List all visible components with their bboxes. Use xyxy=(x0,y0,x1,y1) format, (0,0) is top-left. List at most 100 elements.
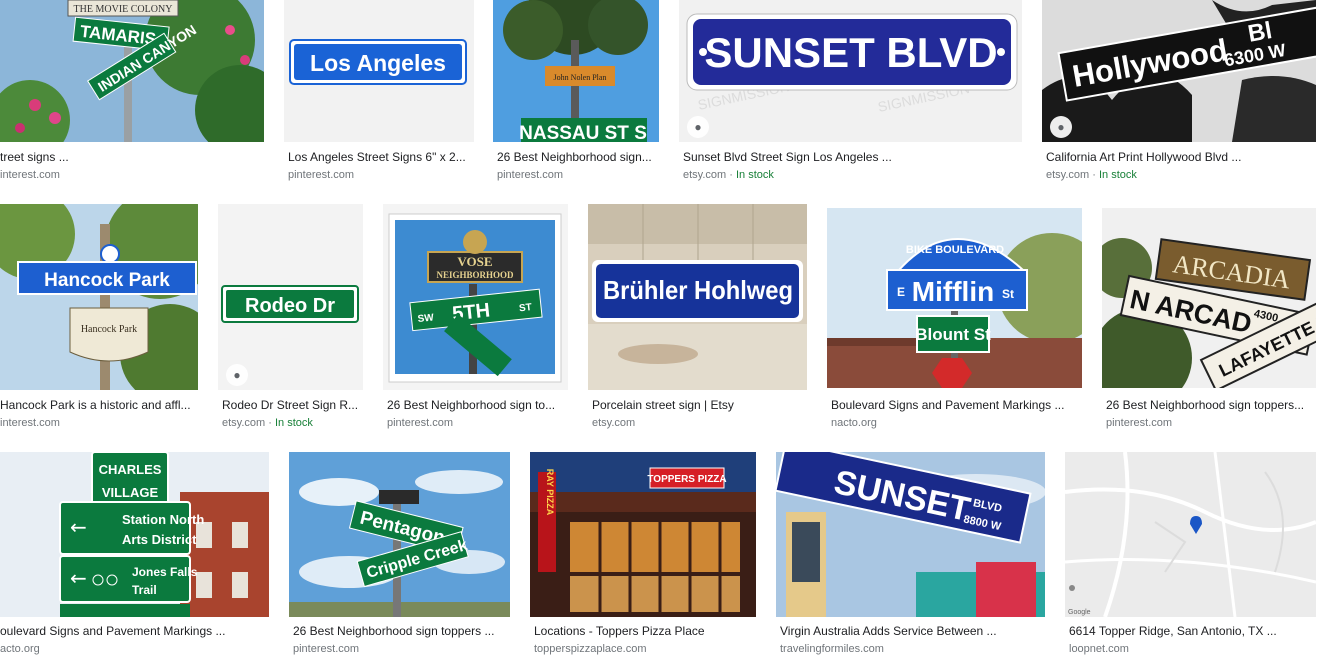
result-source: etsy.com · In stock xyxy=(683,169,774,181)
result-source: etsy.com xyxy=(592,417,636,429)
result-thumbnail[interactable]: VOSE NEIGHBORHOOD SW 5TH ST xyxy=(383,204,568,390)
result-title[interactable]: 6614 Topper Ridge, San Antonio, TX ... xyxy=(1069,624,1312,638)
street-sign-photo: THE MOVIE COLONY TAMARIS INDIAN CANYON xyxy=(0,0,264,142)
result-title[interactable]: 26 Best Neighborhood sign toppers... xyxy=(1106,398,1312,412)
street-sign-photo: SUNSET BLVD 8800 W xyxy=(776,452,1045,617)
svg-text:Google: Google xyxy=(1068,609,1091,616)
result-thumbnail[interactable]: CHARLES VILLAGE ← Station North Arts Dis… xyxy=(0,452,269,617)
result-thumbnail[interactable]: Google xyxy=(1065,452,1316,617)
result-title[interactable]: Porcelain street sign | Etsy xyxy=(592,398,803,412)
result-title[interactable]: 26 Best Neighborhood sign to... xyxy=(387,398,564,412)
svg-text:Arts District: Arts District xyxy=(122,532,197,547)
result-title[interactable]: California Art Print Hollywood Blvd ... xyxy=(1046,150,1312,164)
result-source: interest.com xyxy=(0,169,60,181)
street-sign-photo: John Nolen Plan NASSAU ST S xyxy=(493,0,659,142)
result-item[interactable]: RAY PIZZA TOPPERS PIZZA Locations - Topp… xyxy=(530,452,756,658)
result-title[interactable]: Locations - Toppers Pizza Place xyxy=(534,624,752,638)
result-item[interactable]: THE MOVIE COLONY TAMARIS INDIAN CANYON t… xyxy=(0,0,264,190)
result-thumbnail[interactable]: THE MOVIE COLONY TAMARIS INDIAN CANYON xyxy=(0,0,264,142)
result-source: pinterest.com xyxy=(1106,417,1173,429)
svg-text:Mifflin: Mifflin xyxy=(912,276,994,307)
result-thumbnail[interactable]: Pentagon Cripple Creek xyxy=(289,452,510,617)
result-thumbnail[interactable]: SUNSET BLVD 8800 W xyxy=(776,452,1045,617)
result-title[interactable]: Sunset Blvd Street Sign Los Angeles ... xyxy=(683,150,1018,164)
result-item[interactable]: Pentagon Cripple Creek 26 Best Neighborh… xyxy=(289,452,510,658)
svg-text:Brühler Hohlweg: Brühler Hohlweg xyxy=(603,275,793,305)
product-tag-icon: ● xyxy=(1050,116,1072,138)
svg-text:TOPPERS PIZZA: TOPPERS PIZZA xyxy=(647,474,726,485)
svg-text:E: E xyxy=(897,285,905,299)
result-title[interactable]: Boulevard Signs and Pavement Markings ..… xyxy=(831,398,1078,412)
result-source: pinterest.com xyxy=(497,169,564,181)
result-item[interactable]: Hancock Park Hancock Park Hancock Park i… xyxy=(0,204,198,438)
result-thumbnail[interactable]: ARCADIA N ARCAD 4300 LAFAYETTE BLVD xyxy=(1102,208,1316,388)
svg-text:VOSE: VOSE xyxy=(457,254,492,269)
street-sign-photo: RAY PIZZA TOPPERS PIZZA xyxy=(530,452,756,617)
svg-text:THE MOVIE COLONY: THE MOVIE COLONY xyxy=(74,4,173,15)
result-source: etsy.com · In stock xyxy=(1046,169,1137,181)
map-thumbnail: Google xyxy=(1065,452,1316,617)
result-source: acto.org xyxy=(0,643,40,655)
result-item[interactable]: VOSE NEIGHBORHOOD SW 5TH ST 26 Best Neig… xyxy=(383,204,568,438)
result-thumbnail[interactable]: BIKE BOULEVARD E Mifflin St Blount St xyxy=(827,208,1082,388)
svg-text:←: ← xyxy=(70,515,87,539)
svg-text:Hancock Park: Hancock Park xyxy=(44,270,170,291)
result-source: travelingformiles.com xyxy=(780,643,884,655)
result-thumbnail[interactable]: Hancock Park Hancock Park xyxy=(0,204,198,390)
svg-text:Rodeo Dr: Rodeo Dr xyxy=(245,295,335,317)
result-thumbnail[interactable]: Hollywood Bl 6300 W ● xyxy=(1042,0,1316,142)
svg-text:ST: ST xyxy=(519,302,533,314)
street-sign-photo: BIKE BOULEVARD E Mifflin St Blount St xyxy=(827,208,1082,388)
svg-text:RAY PIZZA: RAY PIZZA xyxy=(545,469,555,516)
result-source: pinterest.com xyxy=(387,417,454,429)
street-sign-photo: ARCADIA N ARCAD 4300 LAFAYETTE BLVD xyxy=(1102,208,1316,388)
svg-text:NEIGHBORHOOD: NEIGHBORHOOD xyxy=(436,270,514,280)
result-item[interactable]: ARCADIA N ARCAD 4300 LAFAYETTE BLVD 26 B… xyxy=(1102,204,1316,438)
result-item[interactable]: John Nolen Plan NASSAU ST S 26 Best Neig… xyxy=(493,0,659,190)
street-sign-photo: Rodeo Dr xyxy=(218,204,363,390)
result-title[interactable]: 26 Best Neighborhood sign... xyxy=(497,150,655,164)
result-thumbnail[interactable]: Brühler Hohlweg xyxy=(588,204,807,390)
result-item[interactable]: Rodeo Dr ● Rodeo Dr Street Sign R... ets… xyxy=(218,204,363,438)
result-title[interactable]: 26 Best Neighborhood sign toppers ... xyxy=(293,624,506,638)
result-title[interactable]: Los Angeles Street Signs 6" x 2... xyxy=(288,150,470,164)
svg-text:SUNSET BLVD: SUNSET BLVD xyxy=(704,29,997,76)
result-thumbnail[interactable]: RAY PIZZA TOPPERS PIZZA xyxy=(530,452,756,617)
result-thumbnail[interactable]: John Nolen Plan NASSAU ST S xyxy=(493,0,659,142)
svg-text:Hancock Park: Hancock Park xyxy=(81,324,137,335)
svg-text:St: St xyxy=(1002,287,1014,301)
result-title[interactable]: oulevard Signs and Pavement Markings ... xyxy=(0,624,265,638)
street-sign-photo: Hancock Park Hancock Park xyxy=(0,204,198,390)
result-item[interactable]: SIGNMISSION SIGNMISSION SUNSET BLVD ● Su… xyxy=(679,0,1022,190)
result-source: topperspizzaplace.com xyxy=(534,643,647,655)
result-item[interactable]: CHARLES VILLAGE ← Station North Arts Dis… xyxy=(0,452,269,658)
result-item[interactable]: Los Angeles Los Angeles Street Signs 6" … xyxy=(284,0,474,190)
result-source: pinterest.com xyxy=(288,169,355,181)
svg-text:VILLAGE: VILLAGE xyxy=(102,485,159,500)
svg-text:←: ← xyxy=(70,566,87,590)
result-source: nacto.org xyxy=(831,417,877,429)
svg-text:Blount St: Blount St xyxy=(915,325,991,344)
svg-text:Station North: Station North xyxy=(122,512,204,527)
svg-text:NASSAU ST S: NASSAU ST S xyxy=(519,123,647,142)
result-item[interactable]: Google 6614 Topper Ridge, San Antonio, T… xyxy=(1065,452,1316,658)
product-tag-icon: ● xyxy=(226,364,248,386)
result-source: etsy.com · In stock xyxy=(222,417,313,429)
result-title[interactable]: Hancock Park is a historic and affl... xyxy=(0,398,194,412)
street-sign-photo: Brühler Hohlweg xyxy=(588,204,807,390)
result-thumbnail[interactable]: Rodeo Dr ● xyxy=(218,204,363,390)
street-sign-photo: CHARLES VILLAGE ← Station North Arts Dis… xyxy=(0,452,269,617)
street-sign-photo: VOSE NEIGHBORHOOD SW 5TH ST xyxy=(383,204,568,390)
result-title[interactable]: treet signs ... xyxy=(0,150,260,164)
result-thumbnail[interactable]: Los Angeles xyxy=(284,0,474,142)
product-tag-icon: ● xyxy=(687,116,709,138)
result-thumbnail[interactable]: SIGNMISSION SIGNMISSION SUNSET BLVD ● xyxy=(679,0,1022,142)
result-title[interactable]: Rodeo Dr Street Sign R... xyxy=(222,398,359,412)
result-item[interactable]: Brühler Hohlweg Porcelain street sign | … xyxy=(588,204,807,438)
result-item[interactable]: BIKE BOULEVARD E Mifflin St Blount St Bo… xyxy=(827,204,1082,438)
result-title[interactable]: Virgin Australia Adds Service Between ..… xyxy=(780,624,1041,638)
result-item[interactable]: SUNSET BLVD 8800 W Virgin Australia Adds… xyxy=(776,452,1045,658)
svg-text:BIKE BOULEVARD: BIKE BOULEVARD xyxy=(906,244,1004,256)
svg-text:Jones Falls: Jones Falls xyxy=(132,565,198,579)
result-item[interactable]: Hollywood Bl 6300 W ● California Art Pri… xyxy=(1042,0,1316,190)
